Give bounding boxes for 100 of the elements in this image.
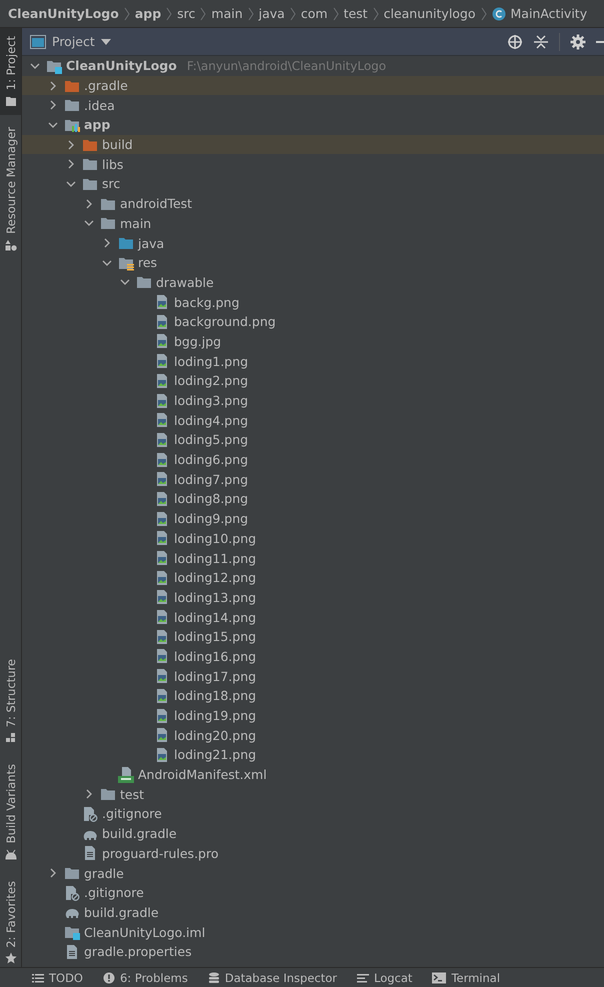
panel-title[interactable]: Project xyxy=(52,34,95,49)
tool-window-tab[interactable]: Logcat xyxy=(357,970,412,984)
file-name: loding13.png xyxy=(174,590,256,605)
breadcrumb-item[interactable]: main xyxy=(211,6,243,21)
tree-row[interactable]: androidTest xyxy=(22,194,604,214)
tree-row[interactable]: backg.png xyxy=(22,292,604,312)
breadcrumb-item[interactable]: cleanunitylogo xyxy=(384,6,476,21)
tree-row[interactable]: java xyxy=(22,233,604,253)
file-name: loding19.png xyxy=(174,708,256,724)
side-tab[interactable]: 2: Favorites xyxy=(0,872,21,972)
tree-row[interactable]: loding11.png xyxy=(22,548,604,568)
file-name: loding2.png xyxy=(174,373,248,388)
tree-row[interactable]: loding7.png xyxy=(22,469,604,490)
tree-row[interactable]: proguard-rules.pro xyxy=(22,844,604,864)
tree-row[interactable]: src xyxy=(22,174,604,194)
tree-row[interactable]: gradle.properties xyxy=(22,942,604,962)
side-tab[interactable]: Resource Manager xyxy=(0,119,21,260)
file-name: loding3.png xyxy=(174,393,248,408)
file-name: .gitignore xyxy=(102,806,162,822)
file-name: loding4.png xyxy=(174,412,248,428)
tree-row[interactable]: loding10.png xyxy=(22,528,604,548)
tree-row[interactable]: loding15.png xyxy=(22,626,604,647)
tree-row[interactable]: .gitignore xyxy=(22,882,604,903)
tree-row[interactable]: loding20.png xyxy=(22,725,604,746)
file-name: loding11.png xyxy=(174,550,256,566)
file-name: src xyxy=(102,176,120,192)
tree-row[interactable]: loding8.png xyxy=(22,489,604,509)
tree-row[interactable]: loding18.png xyxy=(22,686,604,706)
file-name: loding21.png xyxy=(174,747,256,762)
file-name: test xyxy=(120,786,144,802)
tree-row[interactable]: test xyxy=(22,784,604,804)
tree-row[interactable]: res xyxy=(22,252,604,273)
tree-row[interactable]: background.png xyxy=(22,312,604,332)
tree-row[interactable]: loding13.png xyxy=(22,588,604,608)
file-name: loding1.png xyxy=(174,354,248,369)
tree-row[interactable]: main xyxy=(22,214,604,234)
file-name: CleanUnityLogo xyxy=(66,58,177,74)
file-name: .gradle xyxy=(84,78,128,94)
tool-window-tab[interactable]: TODO xyxy=(32,970,83,984)
file-name: loding9.png xyxy=(174,511,248,526)
tree-row[interactable]: build.gradle xyxy=(22,824,604,844)
file-name: app xyxy=(84,117,110,132)
tree-row[interactable]: build.gradle xyxy=(22,902,604,922)
file-name: .idea xyxy=(84,98,115,113)
tree-row[interactable]: loding12.png xyxy=(22,568,604,588)
tree-row[interactable]: loding17.png xyxy=(22,666,604,686)
tree-row[interactable]: loding19.png xyxy=(22,706,604,726)
breadcrumb-item[interactable]: app xyxy=(134,6,162,21)
file-name: loding10.png xyxy=(174,530,256,546)
tree-row[interactable]: bgg.jpg xyxy=(22,332,604,352)
file-name: CleanUnityLogo.iml xyxy=(84,924,206,940)
file-name: main xyxy=(120,216,152,231)
file-name: .gitignore xyxy=(84,885,144,900)
side-tab[interactable]: 7: Structure xyxy=(0,651,21,752)
side-tab[interactable]: Build Variants xyxy=(0,756,21,869)
tree-row[interactable]: loding3.png xyxy=(22,390,604,410)
side-tab[interactable]: 1: Project xyxy=(0,28,21,116)
tree-row[interactable]: loding6.png xyxy=(22,450,604,470)
file-name: loding7.png xyxy=(174,472,248,487)
tree-row[interactable]: build xyxy=(22,134,604,154)
tree-row[interactable]: drawable xyxy=(22,272,604,292)
tree-row[interactable]: CleanUnityLogo F:\anyun\android\CleanUnityLogo xyxy=(22,56,604,76)
tree-row[interactable]: .gitignore xyxy=(22,804,604,824)
tree-row[interactable]: .gradle xyxy=(22,76,604,96)
tool-window-tab[interactable]: Terminal xyxy=(432,970,500,984)
file-name: build.gradle xyxy=(84,904,159,920)
breadcrumb-item[interactable]: src xyxy=(177,6,196,21)
file-name: bgg.jpg xyxy=(174,334,222,349)
tree-row[interactable]: CleanUnityLogo.iml xyxy=(22,922,604,942)
file-name: res xyxy=(138,255,158,270)
breadcrumb-item[interactable]: CleanUnityLogo xyxy=(8,6,119,21)
tool-window-tab[interactable]: Database Inspector xyxy=(208,970,338,984)
file-name: loding15.png xyxy=(174,629,256,644)
tree-row[interactable]: loding2.png xyxy=(22,371,604,391)
tree-row[interactable]: loding14.png xyxy=(22,607,604,627)
breadcrumb-item[interactable]: com xyxy=(300,6,328,21)
file-name: androidTest xyxy=(120,196,192,212)
tree-row[interactable]: loding5.png xyxy=(22,430,604,450)
file-name: build xyxy=(102,137,133,152)
file-name: proguard-rules.pro xyxy=(102,846,218,861)
breadcrumb-item[interactable]: java xyxy=(258,6,285,21)
tree-row[interactable]: loding1.png xyxy=(22,351,604,371)
tree-row[interactable]: libs xyxy=(22,154,604,174)
file-name: loding16.png xyxy=(174,648,256,664)
tree-row[interactable]: .idea xyxy=(22,95,604,116)
tool-window-tab[interactable]: 6: Problems xyxy=(102,970,188,984)
file-name: loding17.png xyxy=(174,668,256,684)
file-name: libs xyxy=(102,156,124,172)
breadcrumb-item[interactable]: test xyxy=(344,6,368,21)
tree-row[interactable]: app xyxy=(22,115,604,135)
file-name: gradle.properties xyxy=(84,944,192,960)
tree-row[interactable]: loding21.png xyxy=(22,745,604,765)
tree-row[interactable]: gradle xyxy=(22,863,604,883)
tree-row[interactable]: AndroidManifest.xml xyxy=(22,764,604,784)
file-name: loding5.png xyxy=(174,432,248,448)
breadcrumb-item[interactable]: MainActivity xyxy=(510,6,588,21)
tree-row[interactable]: loding9.png xyxy=(22,508,604,528)
tree-row[interactable]: loding16.png xyxy=(22,646,604,666)
file-name: loding12.png xyxy=(174,570,256,586)
tree-row[interactable]: loding4.png xyxy=(22,410,604,430)
